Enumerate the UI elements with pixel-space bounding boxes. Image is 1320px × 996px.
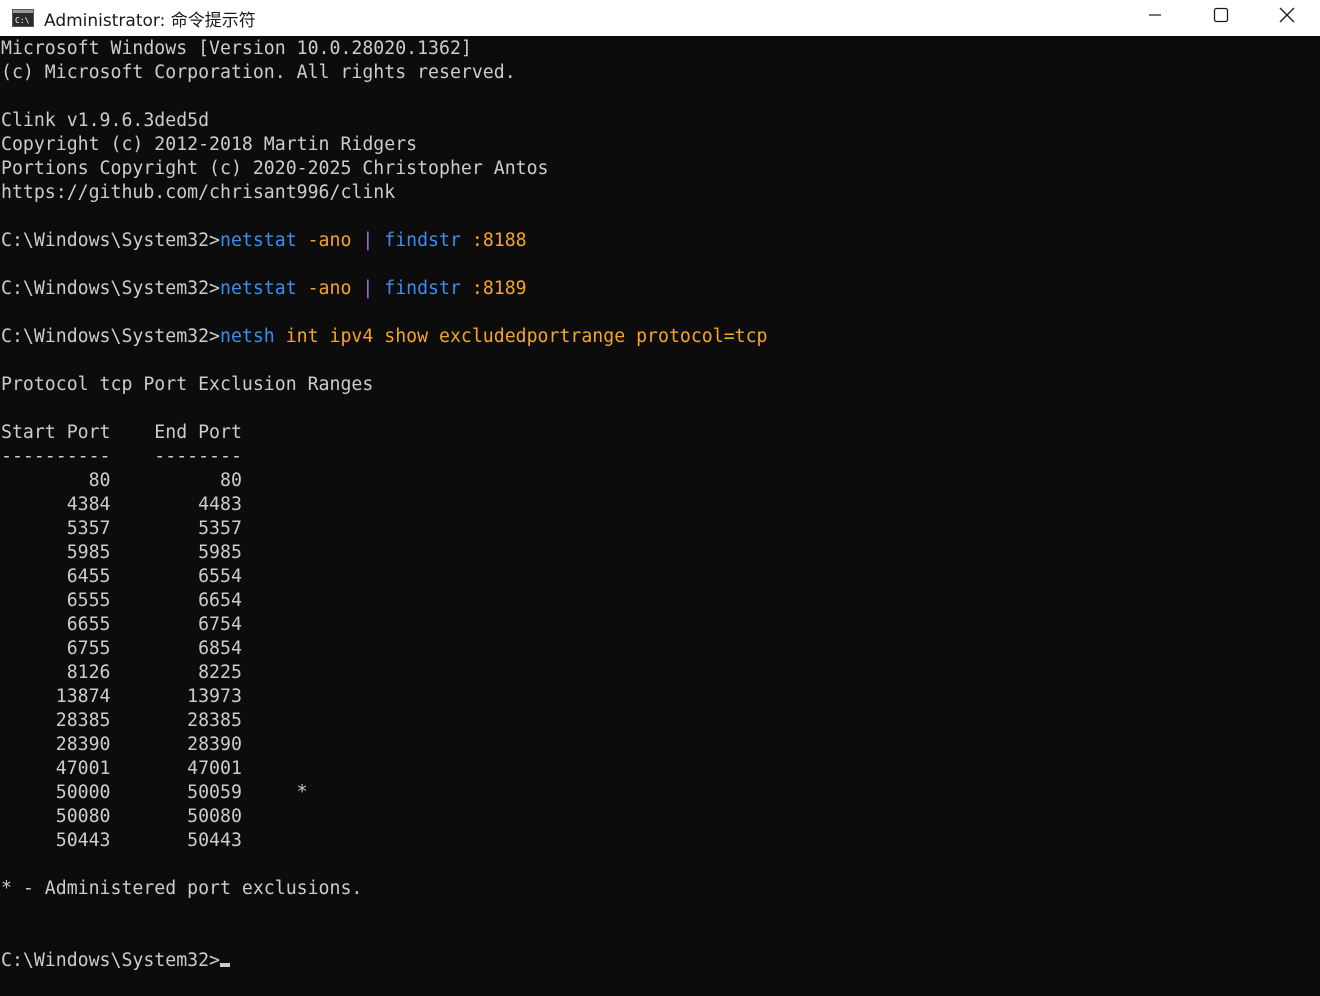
- clink-line: Portions Copyright (c) 2020-2025 Christo…: [1, 158, 549, 179]
- command-name: findstr: [373, 278, 461, 299]
- table-row: 8126 8225: [1, 662, 242, 683]
- output-heading: Protocol tcp Port Exclusion Ranges: [1, 374, 374, 395]
- banner-line: (c) Microsoft Corporation. All rights re…: [1, 62, 516, 83]
- table-row: 80 80: [1, 470, 242, 491]
- table-row: 28390 28390: [1, 734, 242, 755]
- command-line: C:\Windows\System32>netstat -ano | finds…: [1, 277, 1320, 301]
- window-title: Administrator: 命令提示符: [44, 10, 256, 31]
- prompt: C:\Windows\System32>: [1, 950, 220, 971]
- window-controls: [1122, 0, 1320, 36]
- command-args: :8188: [460, 230, 527, 251]
- maximize-button[interactable]: [1188, 0, 1254, 30]
- clink-line: Copyright (c) 2012-2018 Martin Ridgers: [1, 134, 418, 155]
- table-row: 5985 5985: [1, 542, 242, 563]
- table-row: 50443 50443: [1, 830, 242, 851]
- table-row: 6755 6854: [1, 638, 242, 659]
- table-row: 5357 5357: [1, 518, 242, 539]
- command-name: findstr: [373, 230, 461, 251]
- terminal-output[interactable]: Microsoft Windows [Version 10.0.28020.13…: [1, 37, 1320, 996]
- command-prompt-window: C:\ Administrator: 命令提示符 Microsoft Windo…: [0, 0, 1320, 996]
- command-line: C:\Windows\System32>netstat -ano | finds…: [1, 229, 1320, 253]
- prompt: C:\Windows\System32>: [1, 230, 220, 251]
- close-button[interactable]: [1254, 0, 1320, 30]
- active-prompt-line[interactable]: C:\Windows\System32>: [1, 949, 1320, 973]
- table-row: 50000 50059 *: [1, 782, 308, 803]
- command-args: :8189: [460, 278, 527, 299]
- pipe-symbol: |: [362, 278, 374, 299]
- table-row: 28385 28385: [1, 710, 242, 731]
- table-row: 50080 50080: [1, 806, 242, 827]
- cmd-icon: C:\: [12, 9, 34, 27]
- prompt: C:\Windows\System32>: [1, 278, 220, 299]
- table-row: 6655 6754: [1, 614, 242, 635]
- table-rule: ---------- --------: [1, 446, 242, 467]
- clink-line: https://github.com/chrisant996/clink: [1, 182, 396, 203]
- minimize-icon: [1149, 14, 1161, 16]
- table-row: 6555 6654: [1, 590, 242, 611]
- table-header: Start Port End Port: [1, 422, 242, 443]
- text-cursor: [220, 963, 230, 967]
- prompt: C:\Windows\System32>: [1, 326, 220, 347]
- minimize-button[interactable]: [1122, 0, 1188, 30]
- command-args: int ipv4 show excludedportrange protocol…: [274, 326, 768, 347]
- command-name: netsh: [220, 326, 275, 347]
- title-bar[interactable]: C:\ Administrator: 命令提示符: [0, 0, 1320, 36]
- table-row: 47001 47001: [1, 758, 242, 779]
- command-name: netstat: [220, 230, 297, 251]
- command-args: -ano: [296, 230, 363, 251]
- table-row: 4384 4483: [1, 494, 242, 515]
- pipe-symbol: |: [362, 230, 374, 251]
- banner-line: Microsoft Windows [Version 10.0.28020.13…: [1, 38, 472, 59]
- maximize-icon: [1213, 7, 1229, 23]
- svg-text:C:\: C:\: [15, 16, 30, 25]
- close-icon: [1279, 7, 1295, 23]
- table-row: 13874 13973: [1, 686, 242, 707]
- clink-line: Clink v1.9.6.3ded5d: [1, 110, 210, 131]
- command-args: -ano: [296, 278, 363, 299]
- table-row: 6455 6554: [1, 566, 242, 587]
- command-name: netstat: [220, 278, 297, 299]
- command-line: C:\Windows\System32>netsh int ipv4 show …: [1, 325, 1320, 349]
- footnote: * - Administered port exclusions.: [1, 878, 363, 899]
